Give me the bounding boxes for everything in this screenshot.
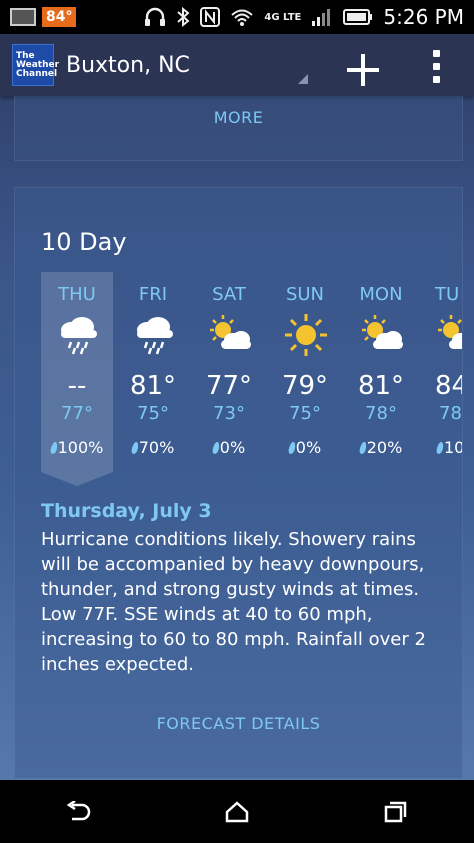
home-button[interactable] [207, 792, 267, 832]
day-name: SAT [212, 284, 246, 305]
recents-button[interactable] [365, 792, 425, 832]
status-time: 5:26 PM [383, 5, 464, 29]
weather-channel-logo[interactable]: The Weather Channel [12, 44, 59, 86]
day-name: MON [359, 284, 403, 305]
raindrop-icon [211, 442, 221, 454]
day-low: 78 [439, 403, 462, 424]
bluetooth-icon [177, 7, 190, 27]
raindrop-icon [49, 442, 58, 454]
forecast-details-link[interactable]: FORECAST DETAILS [15, 714, 462, 733]
location-dropdown-indicator[interactable] [298, 74, 308, 84]
add-location-button[interactable] [343, 46, 383, 95]
day-column-sat[interactable]: SAT 77° 73° 0% [193, 272, 265, 472]
selected-day-indicator [41, 472, 113, 486]
precip-value: 0% [219, 438, 246, 457]
app-bar: The Weather Channel Buxton, NC [0, 34, 474, 96]
recents-icon [384, 801, 407, 822]
menu-dot [432, 50, 440, 57]
day-name: SUN [285, 284, 325, 305]
rain-icon [137, 317, 173, 355]
day-low: 78° [365, 403, 397, 424]
day-low: 77° [61, 403, 93, 424]
raindrop-icon [130, 442, 139, 454]
day-low: 75° [137, 403, 169, 424]
day-column-mon[interactable]: MON 81° 78° 20% [345, 272, 417, 472]
day-low: 75° [289, 403, 321, 424]
day-name: FRI [138, 284, 168, 305]
system-nav-bar [0, 780, 474, 843]
location-selector[interactable]: Buxton, NC [66, 53, 190, 78]
nfc-icon [200, 7, 221, 27]
home-icon [225, 800, 249, 822]
detail-heading: Thursday, July 3 [41, 500, 212, 522]
day-precip: 20% [345, 438, 417, 457]
headphones-icon [145, 7, 166, 26]
overflow-menu-button[interactable] [424, 50, 448, 83]
raindrop-icon [435, 442, 445, 454]
day-name: TU [435, 284, 460, 305]
gallery-icon [10, 8, 36, 26]
signal-icon [312, 9, 331, 26]
ten-day-title: 10 Day [41, 228, 127, 256]
day-precip: 10 [435, 438, 463, 457]
day-high: 77° [205, 371, 253, 401]
day-high: 84 [435, 371, 462, 401]
precip-value: 100% [57, 438, 104, 457]
plus-icon [347, 54, 379, 86]
ten-day-card: 10 Day THU -- 77° 100% FRI 81° 75° 70% S… [14, 187, 463, 779]
day-precip: 100% [41, 438, 113, 457]
partly-cloudy-icon [438, 315, 462, 349]
day-name: THU [58, 284, 96, 305]
sunny-icon [285, 314, 327, 356]
precip-value: 20% [366, 438, 403, 457]
status-bar: 84° 4G LTE 5:26 PM [0, 0, 474, 34]
partly-cloudy-icon [210, 315, 251, 349]
day-column-fri[interactable]: FRI 81° 75° 70% [117, 272, 189, 472]
raindrop-icon [287, 442, 297, 454]
wifi-icon [231, 9, 254, 26]
more-link[interactable]: MORE [15, 108, 462, 127]
day-low: 73° [213, 403, 245, 424]
previous-card: MORE [14, 96, 463, 161]
day-column-thu[interactable]: THU -- 77° 100% [41, 272, 113, 472]
day-high: 79° [281, 371, 329, 401]
precip-value: 0% [295, 438, 322, 457]
network-type: 4G LTE [264, 11, 302, 23]
back-icon [66, 800, 91, 820]
day-strip[interactable]: THU -- 77° 100% FRI 81° 75° 70% SAT 77° … [41, 272, 463, 472]
raindrop-icon [358, 442, 367, 454]
day-high: 81° [129, 371, 177, 401]
menu-dot [432, 76, 440, 83]
day-column-tue[interactable]: TU 84 78 10 [421, 272, 463, 472]
day-high: -- [67, 371, 87, 401]
battery-icon [343, 9, 373, 25]
partly-cloudy-icon [362, 315, 403, 349]
detail-narrative: Hurricane conditions likely. Showery rai… [41, 529, 426, 675]
logo-line-3: Channel [16, 68, 58, 79]
day-precip: 0% [269, 438, 341, 457]
day-precip: 0% [193, 438, 265, 457]
status-temperature: 84° [42, 7, 77, 27]
day-high: 81° [357, 371, 405, 401]
rain-icon [61, 317, 97, 355]
precip-value: 70% [138, 438, 175, 457]
back-button[interactable] [49, 792, 109, 832]
precip-value: 10 [444, 438, 463, 457]
menu-dot [432, 63, 440, 70]
day-column-sun[interactable]: SUN 79° 75° 0% [269, 272, 341, 472]
day-precip: 70% [117, 438, 189, 457]
